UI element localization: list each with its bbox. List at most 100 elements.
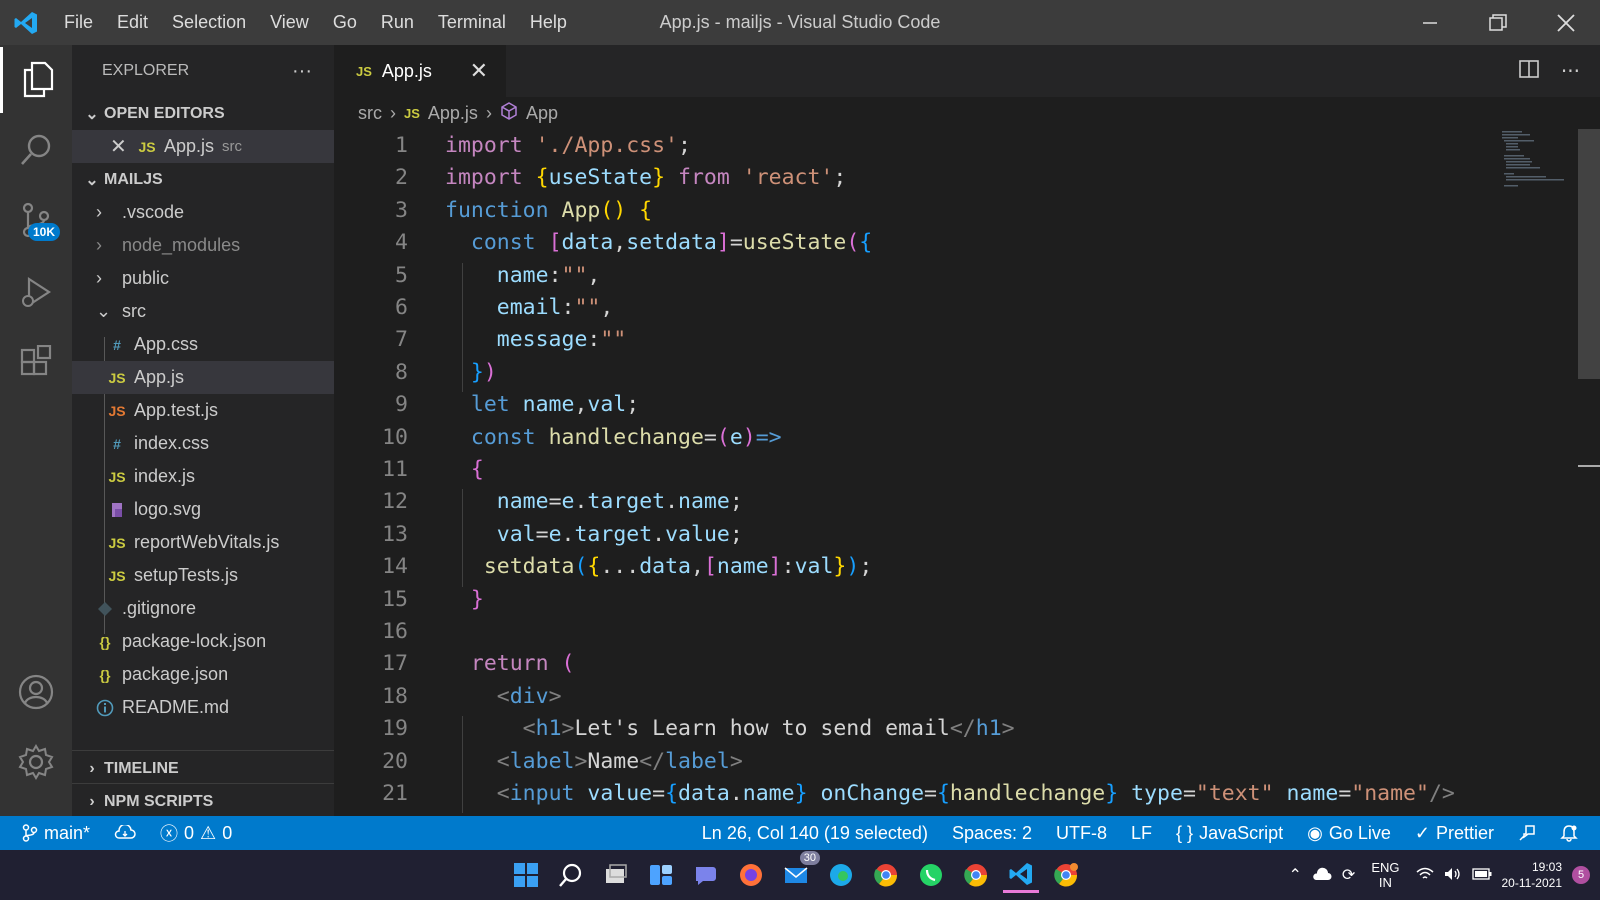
code-line[interactable]: } [445, 587, 484, 612]
timeline-section[interactable]: › TIMELINE [72, 752, 334, 785]
code-line[interactable]: <label>Name</label> [445, 749, 743, 774]
taskbar-search-icon[interactable] [553, 857, 589, 893]
teams-chat-icon[interactable] [688, 857, 724, 893]
file-item[interactable]: JS index.js [72, 460, 334, 493]
code-line[interactable]: return ( [445, 651, 575, 676]
folder-src[interactable]: ⌄ src [72, 295, 334, 328]
notification-badge[interactable]: 5 [1572, 866, 1590, 884]
code-line[interactable]: function App() { [445, 198, 652, 223]
firefox-icon[interactable] [733, 857, 769, 893]
clock[interactable]: 19:03 20-11-2021 [1502, 859, 1563, 891]
close-tab-icon[interactable]: ✕ [470, 58, 488, 84]
open-editors-section[interactable]: ⌄ OPEN EDITORS [72, 97, 334, 130]
code-line[interactable]: <h1>Let's Learn how to send email</h1> [445, 716, 1015, 741]
file-item[interactable]: # index.css [72, 427, 334, 460]
code-line[interactable]: import {useState} from 'react'; [445, 165, 846, 190]
file-item[interactable]: JS reportWebVitals.js [72, 526, 334, 559]
whatsapp-icon[interactable] [913, 857, 949, 893]
more-actions-icon[interactable]: ··· [1561, 59, 1580, 83]
menu-run[interactable]: Run [369, 12, 426, 33]
menu-view[interactable]: View [258, 12, 321, 33]
folder-vscode[interactable]: › .vscode [72, 196, 334, 229]
code-line[interactable]: val=e.target.value; [445, 522, 743, 547]
menu-file[interactable]: File [52, 12, 105, 33]
vertical-scrollbar[interactable] [1578, 129, 1600, 379]
code-line[interactable]: let name,val; [445, 392, 639, 417]
mail-icon[interactable]: 30 [778, 851, 820, 893]
edge-icon[interactable] [823, 857, 859, 893]
code-line[interactable]: }) [445, 360, 497, 385]
git-branch-item[interactable]: main* [0, 823, 102, 844]
source-control-icon[interactable]: 10K [0, 187, 72, 253]
widgets-icon[interactable] [643, 857, 679, 893]
menu-edit[interactable]: Edit [105, 12, 160, 33]
explorer-icon[interactable] [0, 47, 72, 113]
sync-icon[interactable] [102, 825, 148, 841]
close-icon[interactable]: ✕ [110, 134, 134, 159]
search-icon[interactable] [0, 117, 72, 183]
file-item-selected[interactable]: JS App.js [72, 361, 334, 394]
breadcrumb-item[interactable]: App.js [428, 103, 478, 124]
vscode-taskbar-icon[interactable] [1003, 857, 1039, 893]
language-indicator[interactable]: ENG IN [1365, 860, 1405, 890]
encoding[interactable]: UTF-8 [1044, 823, 1119, 844]
file-item[interactable]: README.md [72, 691, 334, 724]
sync-tray-icon[interactable]: ⟳ [1342, 865, 1355, 885]
open-editor-item[interactable]: ✕ JS App.js src [72, 130, 334, 163]
code-line[interactable]: setdata({...data,[name]:val}); [445, 554, 872, 579]
menu-help[interactable]: Help [518, 12, 579, 33]
folder-node-modules[interactable]: › node_modules [72, 229, 334, 262]
go-live-item[interactable]: ◉ Go Live [1295, 823, 1403, 844]
chrome-profile-icon[interactable] [958, 857, 994, 893]
more-actions-icon[interactable]: ··· [292, 60, 312, 83]
file-item[interactable]: JS setupTests.js [72, 559, 334, 592]
code-line[interactable]: name:"", [445, 263, 601, 288]
chevron-up-icon[interactable]: ⌃ [1289, 865, 1302, 885]
npm-scripts-section[interactable]: › NPM SCRIPTS [72, 785, 334, 818]
feedback-icon[interactable] [1506, 824, 1548, 842]
cloud-icon[interactable] [1312, 867, 1332, 884]
notifications-bell-icon[interactable] [1548, 824, 1600, 842]
code-editor[interactable]: 1 import './App.css'; 2 import {useState} f… [334, 129, 1514, 816]
settings-gear-icon[interactable] [0, 729, 72, 795]
code-line[interactable]: name=e.target.name; [445, 489, 743, 514]
line-ending[interactable]: LF [1119, 823, 1164, 844]
folder-public[interactable]: › public [72, 262, 334, 295]
chrome-icon[interactable] [868, 857, 904, 893]
code-line[interactable]: email:"", [445, 295, 614, 320]
wifi-icon[interactable] [1416, 867, 1434, 884]
file-item[interactable]: logo.svg [72, 493, 334, 526]
task-view-icon[interactable] [598, 857, 634, 893]
restore-button[interactable] [1464, 0, 1532, 45]
indentation[interactable]: Spaces: 2 [940, 823, 1044, 844]
file-item[interactable]: # App.css [72, 328, 334, 361]
menu-go[interactable]: Go [321, 12, 369, 33]
battery-icon[interactable] [1471, 867, 1492, 883]
prettier-item[interactable]: ✓ Prettier [1403, 823, 1506, 844]
code-line[interactable]: const handlechange=(e)=> [445, 425, 782, 450]
project-section[interactable]: ⌄ MAILJS [72, 163, 334, 196]
run-debug-icon[interactable] [0, 259, 72, 325]
menu-terminal[interactable]: Terminal [426, 12, 518, 33]
close-button[interactable] [1532, 0, 1600, 45]
code-line[interactable]: { [445, 457, 484, 482]
code-line[interactable]: const [data,setdata]=useState({ [445, 230, 872, 255]
volume-icon[interactable] [1444, 867, 1462, 884]
breadcrumb-item[interactable]: App [526, 103, 558, 124]
windows-start-icon[interactable] [508, 857, 544, 893]
cursor-position[interactable]: Ln 26, Col 140 (19 selected) [690, 823, 940, 844]
accounts-icon[interactable] [0, 659, 72, 725]
breadcrumb-item[interactable]: src [358, 103, 382, 124]
tab-app-js[interactable]: JS App.js ✕ [334, 45, 506, 97]
minimize-button[interactable] [1396, 0, 1464, 45]
code-line[interactable]: <input value={data.name} onChange={handl… [445, 781, 1455, 806]
file-item[interactable]: JS App.test.js [72, 394, 334, 427]
menu-selection[interactable]: Selection [160, 12, 258, 33]
code-line[interactable]: <div> [445, 684, 562, 709]
file-item[interactable]: {} package.json [72, 658, 334, 691]
file-item[interactable]: .gitignore [72, 592, 334, 625]
minimap[interactable] [1500, 129, 1570, 189]
chrome-profile-2-icon[interactable] [1048, 857, 1084, 893]
split-editor-icon[interactable] [1519, 59, 1539, 84]
code-line[interactable]: message:"" [445, 327, 626, 352]
